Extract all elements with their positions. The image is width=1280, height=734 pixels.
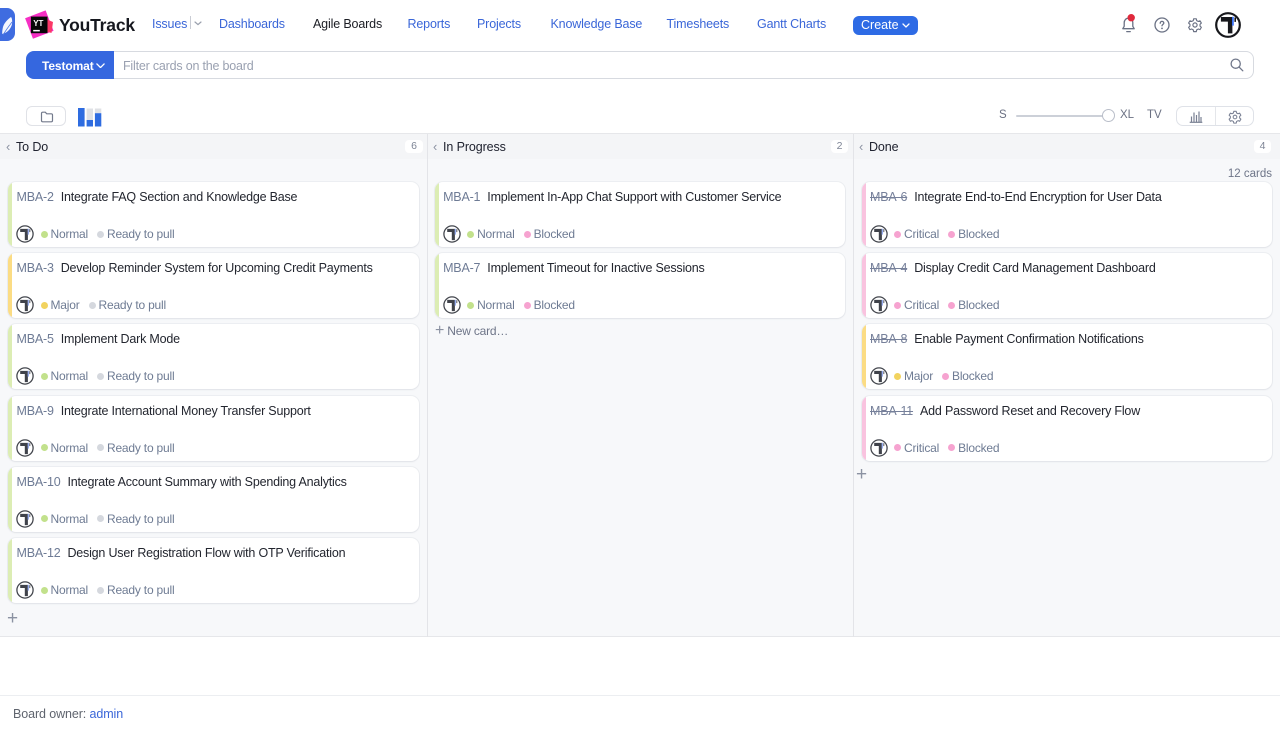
svg-text:YT: YT: [33, 19, 43, 28]
